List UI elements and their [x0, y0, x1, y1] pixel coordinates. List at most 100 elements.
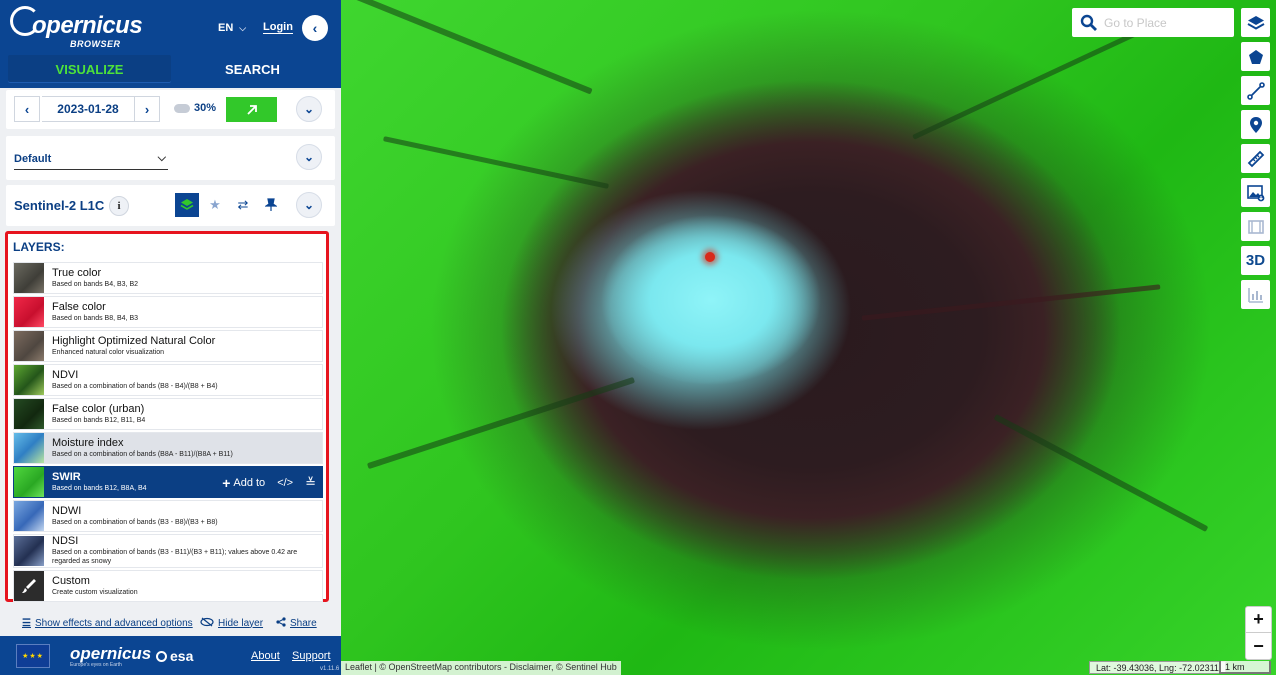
logo-text: opernicus	[32, 12, 143, 39]
share-link[interactable]: Share	[276, 616, 317, 630]
code-icon[interactable]: </>	[277, 477, 293, 489]
layers-icon[interactable]	[175, 193, 199, 217]
cloud-coverage[interactable]: 30%	[174, 102, 216, 114]
layer-thumbnail	[14, 399, 44, 429]
esa-logo[interactable]: esa	[156, 648, 193, 664]
chevron-down-icon: ⌵	[157, 152, 166, 164]
three-d-button[interactable]: 3D	[1241, 246, 1270, 275]
layer-item-ndsi[interactable]: NDSI Based on a combination of bands (B3 …	[13, 534, 323, 568]
layer-thumbnail	[14, 263, 44, 293]
layers-title: LAYERS:	[13, 240, 65, 254]
layer-item-ndvi[interactable]: NDVI Based on a combination of bands (B8 …	[13, 364, 323, 396]
map-view[interactable]: 3D + − Leaflet | © OpenStreetMap contrib…	[341, 0, 1276, 675]
image-download-icon[interactable]	[1241, 178, 1270, 207]
scale-bar: 1 km	[1219, 661, 1271, 674]
layer-description: Based on a combination of bands (B3 - B1…	[52, 549, 298, 565]
language-label: EN	[218, 22, 234, 34]
map-pin-icon[interactable]	[1241, 110, 1270, 139]
pin-icon[interactable]	[259, 193, 283, 217]
add-to-button[interactable]: + Add to	[222, 475, 265, 491]
date-panel: ‹ 2023-01-28 › 30% ⌄	[6, 90, 335, 129]
selected-layer-actions: + Add to </> ≚	[222, 475, 316, 491]
language-selector[interactable]: EN ⌵	[218, 22, 246, 34]
layer-thumbnail	[14, 467, 44, 497]
film-timelapse-icon[interactable]	[1241, 212, 1270, 241]
next-date-button[interactable]: ›	[134, 96, 160, 122]
layer-item-false-color[interactable]: False color Based on bands B8, B4, B3	[13, 296, 323, 328]
zoom-in-button[interactable]: +	[1246, 607, 1271, 633]
tab-visualize[interactable]: VISUALIZE	[8, 55, 171, 83]
layer-description: Based on bands B8, B4, B3	[52, 315, 139, 322]
chevron-left-icon[interactable]: ‹	[302, 15, 328, 41]
cloud-coverage-value: 30%	[194, 102, 217, 114]
layer-name: NDVI	[52, 369, 79, 381]
esa-icon	[156, 650, 167, 662]
sidebar: opernicus BROWSER EN ⌵ Login ‹ VISUALIZE …	[0, 0, 341, 675]
layer-thumbnail	[14, 297, 44, 327]
layer-name: NDWI	[52, 505, 82, 517]
theme-select[interactable]: Default ⌵	[14, 148, 168, 170]
layer-description: Based on bands B4, B3, B2	[52, 281, 139, 288]
arrow-up-right-icon[interactable]	[226, 97, 277, 122]
about-link[interactable]: About	[251, 650, 280, 662]
add-to-label: Add to	[233, 477, 266, 489]
search-input[interactable]	[1104, 15, 1228, 30]
line-measure-icon[interactable]	[1241, 76, 1270, 105]
hide-layer-label: Hide layer	[218, 617, 264, 629]
info-icon[interactable]: i	[109, 196, 129, 216]
support-link[interactable]: Support	[292, 650, 331, 662]
chevron-down-icon[interactable]: ⌄	[296, 96, 322, 122]
layer-thumbnail	[14, 365, 44, 395]
map-toolbar: 3D	[1241, 8, 1270, 309]
layer-item-true-color[interactable]: True color Based on bands B4, B3, B2	[13, 262, 323, 294]
map-ridge	[349, 0, 593, 95]
layer-name: Custom	[52, 575, 90, 587]
layer-thumbnail	[14, 331, 44, 361]
share-label: Share	[290, 617, 317, 629]
show-effects-link[interactable]: ☰ Show effects and advanced options	[22, 618, 193, 629]
copernicus-footer-logo[interactable]: opernicus Europe's eyes on Earth	[70, 644, 151, 668]
map-ridge	[382, 136, 610, 189]
map-attribution: Leaflet | © OpenStreetMap contributors -…	[341, 661, 621, 675]
polygon-icon[interactable]	[1241, 42, 1270, 71]
zoom-out-button[interactable]: −	[1246, 633, 1271, 659]
compare-icon[interactable]: ⇄	[231, 193, 255, 217]
date-input[interactable]: 2023-01-28	[42, 96, 134, 122]
theme-selected-value: Default	[14, 152, 52, 165]
share-icon	[276, 616, 286, 630]
layer-description: Based on a combination of bands (B8 - B4…	[52, 383, 218, 390]
layer-item-ndwi[interactable]: NDWI Based on a combination of bands (B3 …	[13, 500, 323, 532]
search-icon	[1080, 14, 1097, 31]
bar-chart-icon[interactable]	[1241, 280, 1270, 309]
chevron-down-icon: ⌵	[239, 23, 247, 33]
layer-item-custom[interactable]: Custom Create custom visualization	[13, 570, 323, 602]
layer-item-false-color-urban[interactable]: False color (urban) Based on bands B12, B…	[13, 398, 323, 430]
chevron-down-icon[interactable]: ⌄	[296, 192, 322, 218]
layer-item-swir[interactable]: SWIR Based on bands B12, B8A, B4 + Add to …	[13, 466, 323, 498]
chevron-down-icon[interactable]: ⌄	[296, 144, 322, 170]
star-icon[interactable]: ★	[203, 193, 227, 217]
theme-panel: Default ⌵ ⌄	[6, 136, 335, 180]
layer-name: False color	[52, 301, 106, 313]
previous-date-button[interactable]: ‹	[14, 96, 40, 122]
layer-name: Moisture index	[52, 437, 124, 449]
layer-name: Highlight Optimized Natural Color	[52, 335, 216, 347]
eye-slash-icon	[200, 617, 214, 630]
volcano-crater	[705, 252, 715, 262]
map-ridge	[912, 25, 1150, 140]
layer-name: NDSI	[52, 535, 79, 548]
layers-stack-icon[interactable]	[1241, 8, 1270, 37]
sliders-icon: ☰	[22, 617, 31, 629]
login-link[interactable]: Login	[263, 21, 293, 34]
eu-flag-icon: ★★★	[16, 644, 50, 668]
tab-search[interactable]: SEARCH	[171, 55, 334, 83]
expand-icon[interactable]: ≚	[305, 475, 316, 491]
layer-description: Based on a combination of bands (B3 - B8…	[52, 519, 218, 526]
place-search[interactable]	[1072, 8, 1234, 37]
layer-options-row: ☰ Show effects and advanced options Hide…	[0, 612, 341, 634]
ruler-icon[interactable]	[1241, 144, 1270, 173]
layer-item-highlight-optimized-natural-color[interactable]: Highlight Optimized Natural Color Enhance…	[13, 330, 323, 362]
hide-layer-link[interactable]: Hide layer	[200, 617, 263, 630]
layers-panel: LAYERS: True color Based on bands B4, B3,…	[5, 231, 329, 602]
layer-item-moisture-index[interactable]: Moisture index Based on a combination of …	[13, 432, 323, 464]
